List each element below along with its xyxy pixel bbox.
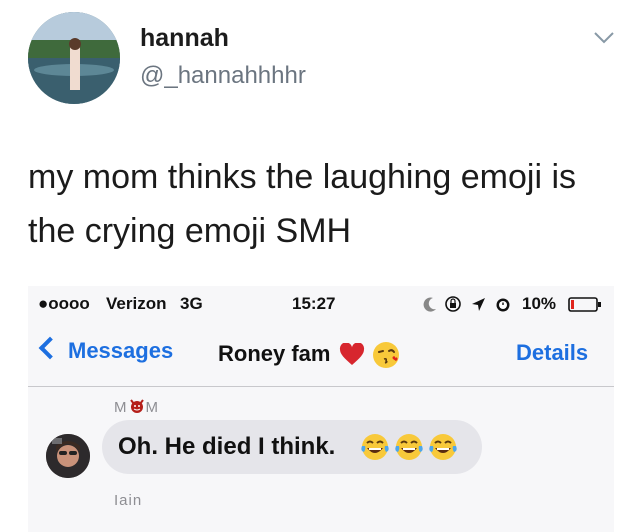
conversation-title: Roney fam — [218, 340, 401, 370]
location-arrow-icon — [472, 298, 485, 311]
next-sender-name: Iain — [114, 492, 143, 509]
conversation-title-text: Roney fam — [218, 340, 331, 366]
face-with-tears-of-joy-icon — [429, 434, 457, 460]
status-time: 15:27 — [292, 294, 336, 313]
back-label: Messages — [68, 338, 174, 363]
embedded-screenshot: ●oooo Verizon 3G 15:27 10% Messages Rone… — [28, 286, 614, 532]
face-with-tears-of-joy-icon — [361, 434, 389, 460]
battery-percent: 10% — [522, 294, 557, 313]
devil-face-icon — [129, 399, 144, 413]
sender-name: M M — [114, 398, 159, 416]
chevron-left-icon — [38, 336, 62, 360]
display-name[interactable]: hannah — [140, 24, 229, 53]
sender-name-suffix: M — [145, 399, 159, 416]
details-button[interactable]: Details — [516, 340, 588, 366]
alarm-icon — [496, 298, 510, 312]
message-bubble[interactable]: Oh. He died I think. — [102, 420, 482, 474]
contact-avatar[interactable] — [46, 434, 90, 478]
battery-icon — [568, 297, 601, 312]
signal-strength: ●oooo — [38, 294, 90, 313]
network-label: 3G — [180, 294, 203, 313]
moon-icon — [423, 297, 436, 312]
message-text: Oh. He died I think. — [118, 433, 336, 460]
status-bar: ●oooo Verizon 3G 15:27 10% — [28, 286, 614, 322]
profile-avatar[interactable] — [28, 12, 120, 104]
user-handle[interactable]: @_hannahhhhr — [140, 62, 306, 90]
chevron-down-icon[interactable] — [592, 30, 616, 46]
carrier-label: Verizon — [106, 294, 167, 313]
face-with-tears-of-joy-icon — [395, 434, 423, 460]
kissing-face-icon — [372, 342, 399, 368]
rotation-lock-icon — [445, 296, 461, 312]
tweet-text: my mom thinks the laughing emoji is the … — [28, 158, 577, 250]
sender-name-prefix: M — [114, 399, 128, 416]
heart-icon — [339, 342, 364, 365]
conversation-navbar: Messages Roney fam Details — [28, 322, 614, 387]
back-button[interactable]: Messages — [38, 336, 174, 364]
